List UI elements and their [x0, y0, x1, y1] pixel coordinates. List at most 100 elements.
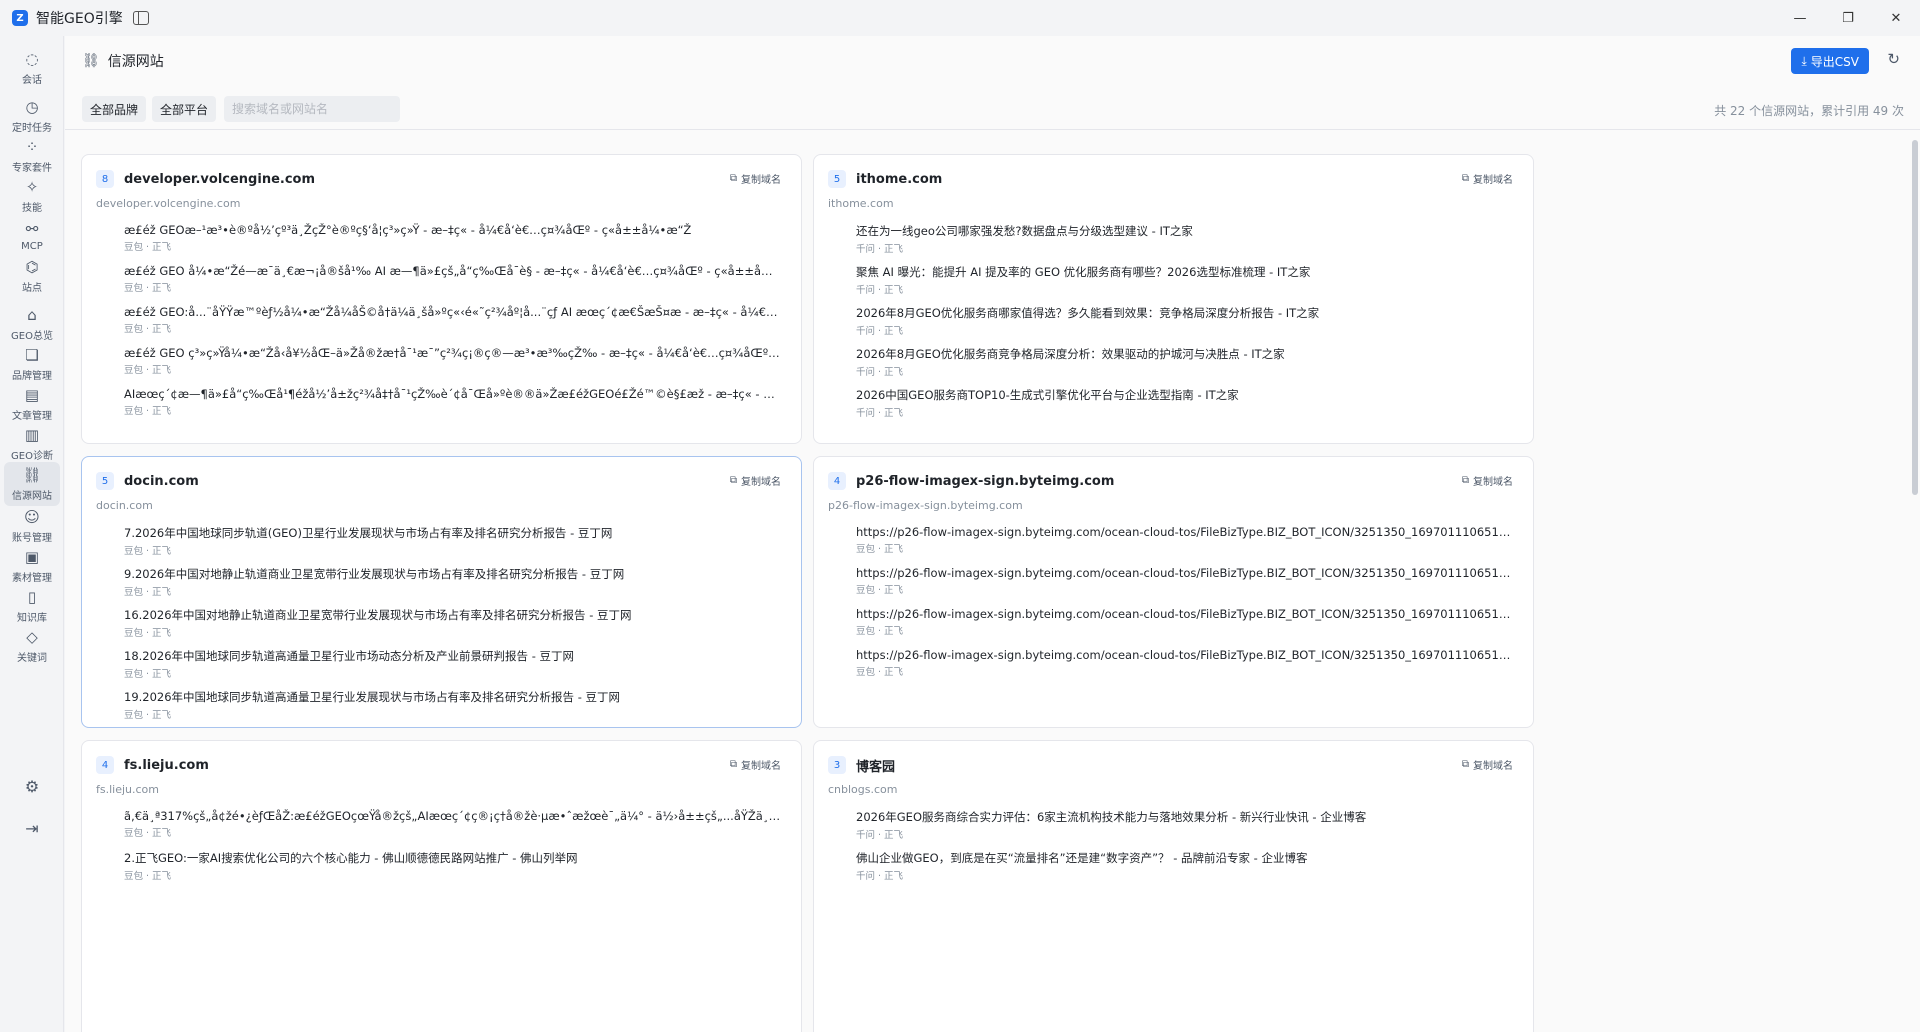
copy-domain-button[interactable]: ⧉ 复制域名	[1462, 473, 1513, 488]
citation-item[interactable]: æ£éž GEOæ–¹æ³•è®ºå½’çº³ä¸ŽçŽ°è®ºç§‘å­¦ç³…	[124, 223, 781, 253]
sidebar-item-document[interactable]: ▤ 文章管理	[4, 382, 60, 426]
sidebar: ◌ 会话 ◷ 定时任务 ⁘ 专家套件 ✧ 技能 ⚯ MCP ⌬ 站点 ⌂ GEO总览 ❏ 品牌管理 ▤ 文章管理 ▥…	[0, 36, 64, 1032]
citation-item[interactable]: https://p26-flow-imagex-sign.byteimg.com…	[856, 566, 1513, 596]
sidebar-item-home[interactable]: ⌂ GEO总览	[4, 302, 60, 346]
citation-item[interactable]: 聚焦 AI 曝光：能提升 AI 提及率的 GEO 优化服务商有哪些？2026选型…	[856, 264, 1513, 296]
copy-icon: ⧉	[729, 173, 737, 184]
citation-item[interactable]: 18.2026年中国地球同步轨道高通量卫星行业市场动态分析及产业前景研判报告 -…	[124, 648, 781, 680]
citation-item[interactable]: AIæœç´¢æ—¶ä»£å“ç‰Œå¹¶éžå½’å±žç²¾å‡†å¯¹çŽ…	[124, 387, 781, 417]
copy-domain-button[interactable]: ⧉ 复制域名	[730, 757, 781, 772]
sidebar-item-chat[interactable]: ◌ 会话	[4, 46, 60, 90]
citation-count-badge: 5	[828, 170, 846, 188]
logout-icon[interactable]: ⇥	[4, 810, 60, 846]
copy-domain-label: 复制域名	[1473, 477, 1513, 488]
sidebar-item-label: GEO诊断	[11, 450, 53, 462]
copy-domain-button[interactable]: ⧉ 复制域名	[730, 171, 781, 186]
main-panel: ⛓ 信源网站 ⤓ 导出CSV ↻ 全部品牌 全部平台 共 22 个信源网站，累计…	[65, 36, 1920, 1032]
citation-meta: 千问 · 正飞	[856, 367, 904, 378]
citation-item[interactable]: æ£éž GEO ç³»ç»Ÿå¼•æ“Žå‹å¥½åŒ–ä»Žå®žæ†å¯¹…	[124, 346, 781, 376]
brand-filter[interactable]: 全部品牌	[82, 96, 147, 122]
sidebar-item-site[interactable]: ⌬ 站点	[4, 254, 60, 298]
sidebar-item-label: 账号管理	[12, 532, 52, 544]
card-domain: developer.volcengine.com	[96, 197, 241, 210]
citation-meta: 千问 · 正飞	[856, 285, 904, 296]
platform-filter[interactable]: 全部平台	[152, 96, 217, 122]
settings-icon[interactable]: ⚙	[4, 768, 60, 804]
citation-meta: 豆包 · 正飞	[124, 587, 172, 598]
search-input[interactable]	[224, 96, 400, 122]
export-csv-button[interactable]: ⤓ 导出CSV	[1791, 48, 1869, 74]
citation-item[interactable]: 还在为一线geo公司哪家强发愁?数据盘点与分级选型建议 - IT之家 千问 · 正…	[856, 223, 1513, 255]
sidebar-item-book[interactable]: ▯ 知识库	[4, 584, 60, 628]
copy-domain-button[interactable]: ⧉ 复制域名	[1462, 757, 1513, 772]
sidebar-item-user[interactable]: ☺ 账号管理	[4, 504, 60, 548]
citation-item[interactable]: 7.2026年中国地球同步轨道(GEO)卫星行业发展现状与市场占有率及排名研究分…	[124, 525, 781, 557]
citation-count-badge: 4	[828, 472, 846, 490]
refresh-icon[interactable]: ↻	[1887, 50, 1900, 68]
sidebar-item-label: 定时任务	[12, 122, 52, 134]
sidebar-item-label: 信源网站	[12, 490, 52, 502]
scrollbar-thumb[interactable]	[1912, 140, 1918, 495]
citation-item[interactable]: 2026年8月GEO优化服务商哪家值得选？多久能看到效果：竞争格局深度分析报告 …	[856, 305, 1513, 337]
citation-item[interactable]: æ£éž GEO å¼•æ“Žé—æ¯ä¸€æ¬¡å®šå¹‰ AI æ—¶ä»…	[124, 264, 781, 294]
citation-item[interactable]: 佛山企业做GEO，到底是在买“流量排名”还是建“数字资产”？ - 品牌前沿专家 …	[856, 850, 1513, 882]
citation-title: 19.2026年中国地球同步轨道高通量卫星行业发展现状与市场占有率及排名研究分析…	[124, 690, 621, 704]
card-title: docin.com	[124, 473, 199, 489]
copy-icon: ⧉	[729, 475, 737, 486]
citation-title: 2026年GEO服务商综合实力评估：6家主流机构技术能力与落地效果分析 - 新兴…	[856, 810, 1367, 824]
citation-item[interactable]: 2026中国GEO服务商TOP10-生成式引擎优化平台与企业选型指南 - IT之…	[856, 387, 1513, 419]
sidebar-item-label: 知识库	[17, 612, 47, 624]
copy-domain-button[interactable]: ⧉ 复制域名	[730, 473, 781, 488]
citation-meta: 豆包 · 正飞	[124, 828, 172, 839]
sidebar-toggle-icon[interactable]	[132, 11, 149, 25]
sidebar-item-label: GEO总览	[11, 330, 53, 342]
restore-button[interactable]: ❐	[1824, 0, 1872, 36]
sidebar-item-mcp[interactable]: ⚯ MCP	[4, 214, 60, 258]
source-card: 5 ithome.com ⧉ 复制域名 ithome.com 还在为一线geo公司哪家强发…	[813, 154, 1534, 444]
sidebar-item-image[interactable]: ▣ 素材管理	[4, 544, 60, 588]
document-icon: ▤	[24, 385, 40, 404]
citation-item[interactable]: 2.正飞GEO:一家AI搜索优化公司的六个核心能力 - 佛山顺德德民路网站推广 …	[124, 850, 781, 882]
citation-item[interactable]: æ£éž GEO:å...¨åŸŸæ™ºèƒ½å¼•æ“Žå¼åŠ©å†ä¼ä¸…	[124, 305, 781, 335]
citation-item[interactable]: 2026年8月GEO优化服务商竞争格局深度分析：效果驱动的护城河与决胜点 - I…	[856, 346, 1513, 378]
citation-item[interactable]: 9.2026年中国对地静止轨道商业卫星宽带行业发展现状与市场占有率及排名研究分析…	[124, 566, 781, 598]
sidebar-item-grid[interactable]: ⁘ 专家套件	[4, 134, 60, 178]
source-card: 5 docin.com ⧉ 复制域名 docin.com 7.2026年中国地球同步轨道(…	[81, 456, 802, 728]
citation-title: 18.2026年中国地球同步轨道高通量卫星行业市场动态分析及产业前景研判报告 -…	[124, 649, 575, 663]
copy-domain-label: 复制域名	[1473, 175, 1513, 186]
sidebar-item-bar-chart[interactable]: ▥ GEO诊断	[4, 422, 60, 466]
chat-icon: ◌	[25, 49, 39, 68]
sidebar-item-clock[interactable]: ◷ 定时任务	[4, 94, 60, 138]
citation-item[interactable]: https://p26-flow-imagex-sign.byteimg.com…	[856, 607, 1513, 637]
close-button[interactable]: ✕	[1872, 0, 1920, 36]
citation-meta: 豆包 · 正飞	[124, 365, 172, 376]
sidebar-item-brand[interactable]: ❏ 品牌管理	[4, 342, 60, 386]
citation-item[interactable]: 2026年GEO服务商综合实力评估：6家主流机构技术能力与落地效果分析 - 新兴…	[856, 809, 1513, 841]
copy-domain-button[interactable]: ⧉ 复制域名	[1462, 171, 1513, 186]
page-title: 信源网站	[107, 54, 164, 70]
copy-icon: ⧉	[1461, 475, 1469, 486]
copy-icon: ⧉	[729, 759, 737, 770]
minimize-button[interactable]: —	[1776, 0, 1824, 36]
citation-meta: 千问 · 正飞	[856, 830, 904, 841]
citation-title: æ£éž GEO å¼•æ“Žé—æ¯ä¸€æ¬¡å®šå¹‰ AI æ—¶ä»…	[124, 264, 781, 278]
citation-item[interactable]: https://p26-flow-imagex-sign.byteimg.com…	[856, 648, 1513, 678]
sidebar-item-link[interactable]: ⛓ 信源网站	[4, 462, 60, 506]
card-title: developer.volcengine.com	[124, 171, 316, 187]
citation-item[interactable]: ã‚€ä¸ª317%çš„å¢žé•¿èƒŒåŽ:æ£éžGEOçœŸå®žçš…	[124, 809, 781, 839]
summary-text: 共 22 个信源网站，累计引用 49 次	[1714, 104, 1904, 118]
sidebar-item-tag[interactable]: ◇ 关键词	[4, 624, 60, 668]
sidebar-item-puzzle[interactable]: ✧ 技能	[4, 174, 60, 218]
citation-title: AIæœç´¢æ—¶ä»£å“ç‰Œå¹¶éžå½’å±žç²¾å‡†å¯¹çŽ…	[124, 387, 781, 401]
page-header: ⛓ 信源网站 ⤓ 导出CSV ↻	[65, 36, 1920, 86]
citation-meta: 豆包 · 正飞	[856, 585, 904, 596]
source-card: 3 博客园 ⧉ 复制域名 cnblogs.com 2026年GEO服务商综合实力评估：6家…	[813, 740, 1534, 1032]
citation-count-badge: 4	[96, 756, 114, 774]
citation-meta: 豆包 · 正飞	[124, 546, 172, 557]
citation-item[interactable]: https://p26-flow-imagex-sign.byteimg.com…	[856, 525, 1513, 555]
citation-title: 7.2026年中国地球同步轨道(GEO)卫星行业发展现状与市场占有率及排名研究分…	[124, 526, 613, 540]
copy-icon: ⧉	[1461, 759, 1469, 770]
citation-meta: 豆包 · 正飞	[124, 324, 172, 335]
citation-item[interactable]: 19.2026年中国地球同步轨道高通量卫星行业发展现状与市场占有率及排名研究分析…	[124, 689, 781, 721]
citation-item[interactable]: 16.2026年中国对地静止轨道商业卫星宽带行业发展现状与市场占有率及排名研究分…	[124, 607, 781, 639]
